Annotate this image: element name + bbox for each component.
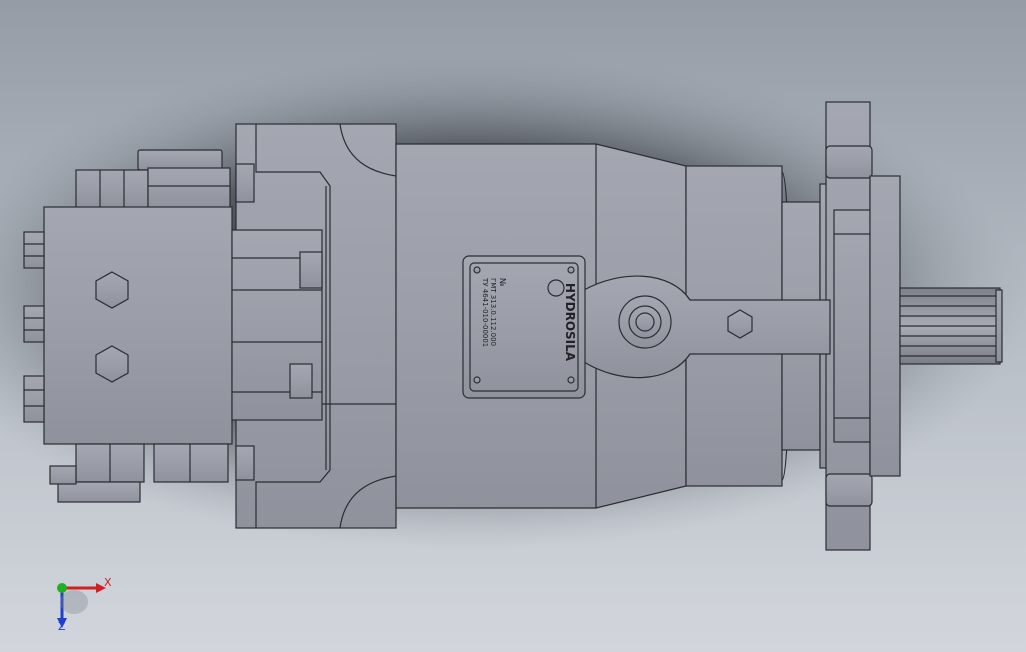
nameplate-line-1: № [498,278,507,287]
triad-shadow [60,590,88,614]
nameplate-line-2: ГМТ 313.0.112.000 [489,278,497,346]
orientation-triad: X Z [40,566,130,646]
splined-shaft [899,287,1003,365]
y-axis-dot [57,583,67,593]
z-axis-label: Z [58,620,66,633]
x-axis-label: X [104,576,112,589]
nameplate-line-3: ТУ 4641-010-00001 [481,277,489,347]
cad-viewport[interactable]: HYDROSILA № ГМТ 313.0.112.000 ТУ 4641-01… [0,0,1026,652]
nameplate-brand: HYDROSILA [563,283,577,362]
port-cover [231,123,397,529]
